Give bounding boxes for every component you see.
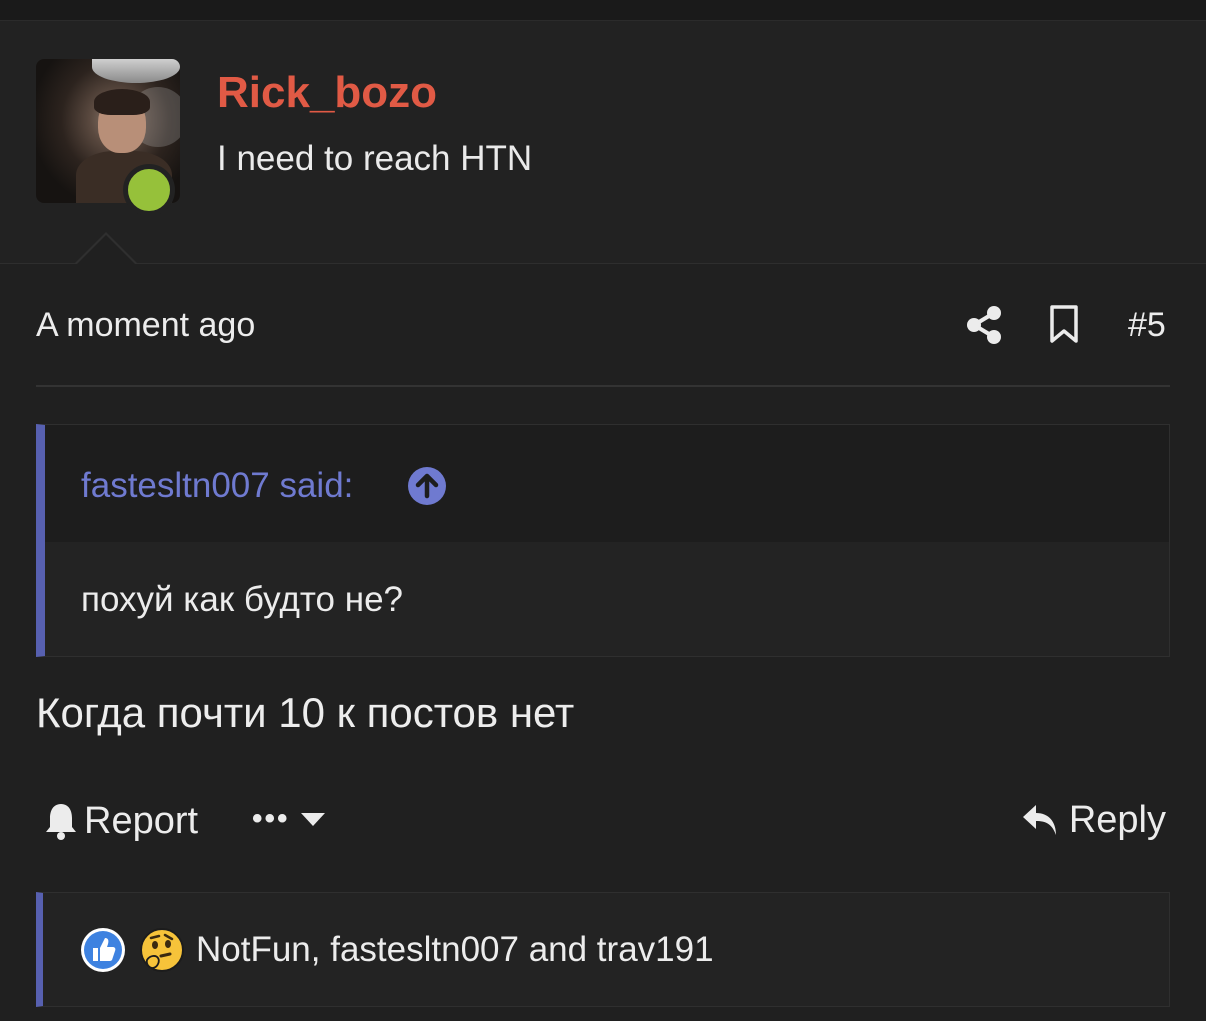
more-options-button[interactable]: ••• bbox=[252, 804, 326, 834]
avatar-photo-hair bbox=[94, 89, 150, 115]
quote-text: похуй как будто не? bbox=[81, 580, 404, 619]
thumbs-up-icon bbox=[81, 928, 125, 972]
post-number-link[interactable]: #5 bbox=[1128, 304, 1166, 346]
share-icon[interactable] bbox=[966, 305, 1002, 345]
quote-header: fastesltn007 said: bbox=[45, 425, 1169, 542]
bell-icon bbox=[46, 804, 76, 840]
arrow-up-circle-icon[interactable] bbox=[407, 466, 447, 506]
post-timestamp[interactable]: A moment ago bbox=[36, 304, 255, 346]
report-label: Report bbox=[84, 800, 199, 842]
top-strip bbox=[0, 0, 1206, 21]
meta-divider bbox=[36, 385, 1170, 387]
thinking-face-icon bbox=[140, 928, 184, 972]
report-button[interactable]: Report bbox=[44, 798, 198, 844]
reply-arrow-icon bbox=[1022, 805, 1056, 835]
online-status-indicator bbox=[123, 164, 175, 216]
reply-button[interactable]: Reply bbox=[1021, 798, 1166, 842]
post-user-header: Rick_bozo I need to reach HTN bbox=[0, 21, 1206, 264]
chevron-down-icon bbox=[300, 813, 325, 826]
username-link[interactable]: Rick_bozo bbox=[217, 67, 437, 119]
post-body: Когда почти 10 к постов нет bbox=[36, 689, 575, 736]
bookmark-icon[interactable] bbox=[1049, 304, 1079, 344]
reactions-users-link[interactable]: NotFun, fastesltn007 and trav191 bbox=[196, 929, 714, 971]
header-pointer-fill bbox=[76, 235, 136, 265]
reactions-bar[interactable]: NotFun, fastesltn007 and trav191 bbox=[36, 892, 1170, 1007]
avatar-photo-lamp bbox=[92, 59, 180, 83]
quote-author[interactable]: fastesltn007 said: bbox=[81, 465, 353, 507]
user-title: I need to reach HTN bbox=[217, 139, 533, 178]
more-dots-icon: ••• bbox=[252, 802, 290, 835]
quote-block: fastesltn007 said: похуй как будто не? bbox=[36, 424, 1170, 657]
reply-label: Reply bbox=[1068, 799, 1166, 841]
